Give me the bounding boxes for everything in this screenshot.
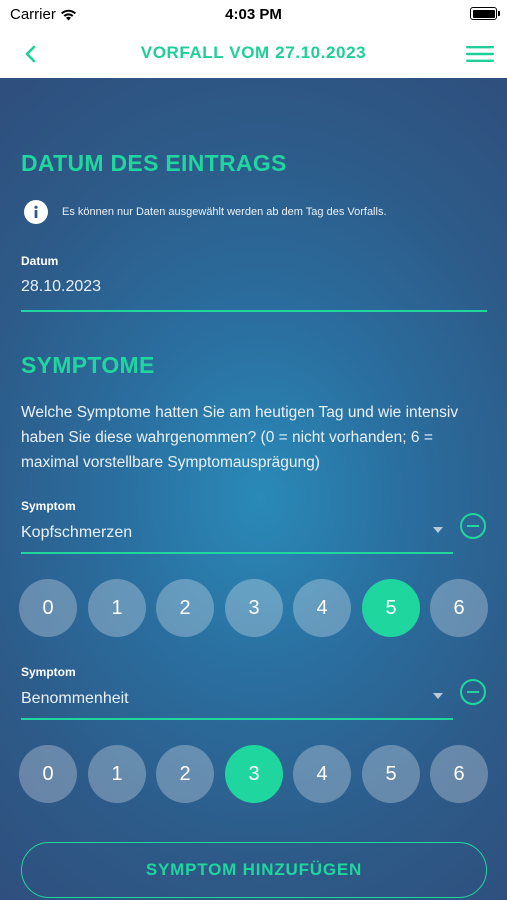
symptom-2-scale-0[interactable]: 0 [19,745,77,803]
symptoms-question: Welche Symptome hatten Sie am heutigen T… [21,404,459,471]
info-text: Es können nur Daten ausgewählt werden ab… [62,206,387,218]
symptom-2-scale-3[interactable]: 3 [225,745,283,803]
symptom-1-underline [21,552,453,554]
page-title: VORFALL VOM 27.10.2023 [140,43,367,62]
symptom-1-scale: 0 1 2 3 4 5 6 [19,579,489,637]
symptom-1-select[interactable]: Kopfschmerzen [21,524,132,542]
symptom-2-scale-4[interactable]: 4 [293,745,351,803]
symptom-2-label: Symptom [21,665,76,679]
symptom-2-scale-2[interactable]: 2 [156,745,214,803]
date-label: Datum [21,254,59,268]
symptom-1-scale-0[interactable]: 0 [19,579,77,637]
symptom-2-select[interactable]: Benommenheit [21,690,129,708]
symptom-1-scale-4[interactable]: 4 [293,579,351,637]
dropdown-arrow-icon[interactable] [433,693,443,699]
info-note: Es können nur Daten ausgewählt werden ab… [24,200,387,224]
clock: 4:03 PM [225,6,282,23]
date-field-underline [21,310,487,312]
battery-icon [470,7,500,20]
date-field[interactable]: 28.10.2023 [21,278,101,296]
symptom-1-scale-5[interactable]: 5 [362,579,420,637]
dropdown-arrow-icon[interactable] [433,527,443,533]
remove-circle-icon[interactable] [460,513,486,539]
symptom-2-underline [21,718,453,720]
status-bar: Carrier 4:03 PM [0,0,507,30]
menu-button[interactable] [465,40,495,68]
nav-bar: VORFALL VOM 27.10.2023 [0,30,507,78]
hamburger-menu-icon [466,46,494,62]
symptom-1-scale-3[interactable]: 3 [225,579,283,637]
symptom-1-scale-1[interactable]: 1 [88,579,146,637]
info-icon [24,200,48,224]
content-area: DATUM DES EINTRAGS Es können nur Daten a… [0,78,507,900]
remove-circle-icon[interactable] [460,679,486,705]
symptom-2-scale-1[interactable]: 1 [88,745,146,803]
symptom-1-label: Symptom [21,499,76,513]
symptom-1-scale-2[interactable]: 2 [156,579,214,637]
date-section-title: DATUM DES EINTRAGS [21,150,287,176]
symptom-2-scale-6[interactable]: 6 [430,745,488,803]
add-symptom-button[interactable]: SYMPTOM HINZUFÜGEN [21,842,487,898]
symptom-2-scale-5[interactable]: 5 [362,745,420,803]
symptom-1-scale-6[interactable]: 6 [430,579,488,637]
symptom-2-scale: 0 1 2 3 4 5 6 [19,745,489,803]
symptoms-section-title: SYMPTOME [21,352,155,378]
